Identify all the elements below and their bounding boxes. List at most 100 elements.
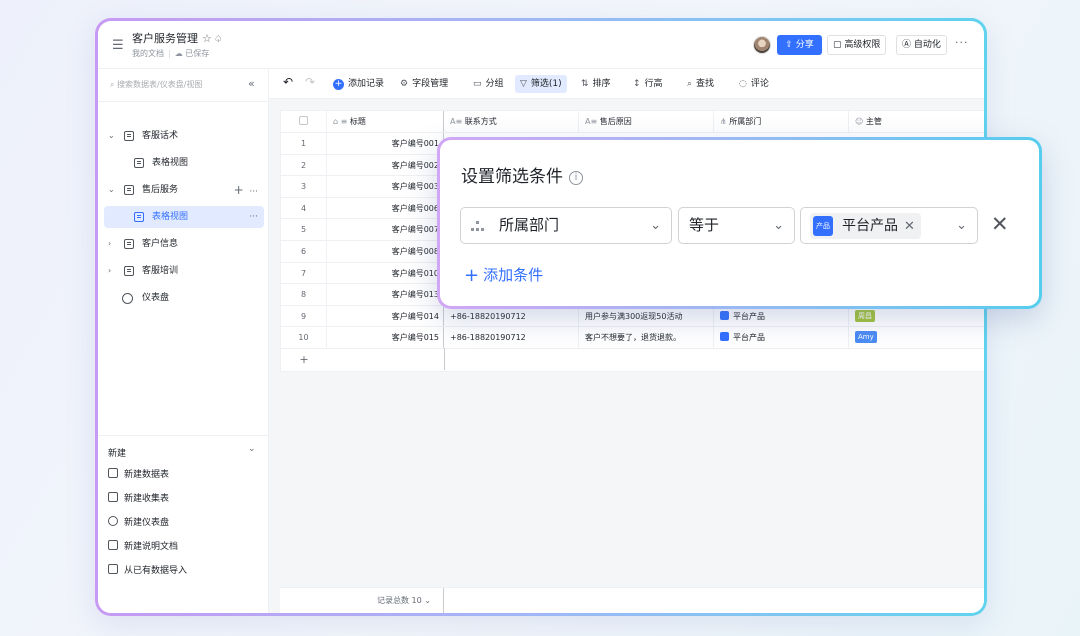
remove-condition-icon[interactable]: ✕ [991, 213, 1009, 235]
sort-icon: ⇅ [581, 79, 589, 89]
new-item-label: 从已有数据导入 [124, 566, 188, 576]
star-icon[interactable]: ☆ [202, 32, 212, 45]
sidebar-item-kefu-huashu[interactable]: ⌄ 客服话术 [104, 125, 264, 147]
cell-dept[interactable]: 平台产品 [714, 327, 849, 348]
cell-contact[interactable]: +86-18820190712 [444, 327, 579, 348]
comment-button[interactable]: ◌ 评论 [739, 75, 769, 93]
breadcrumb[interactable]: 我的文档 [132, 49, 164, 58]
chevron-right-icon[interactable]: › [108, 233, 111, 255]
cell-title[interactable]: 客户编号008 [327, 240, 444, 262]
chevron-down-icon[interactable]: ⌄ [248, 444, 256, 454]
menu-icon[interactable]: ☰ [112, 38, 124, 53]
new-dashboard-item[interactable]: 新建仪表盘 [108, 516, 169, 530]
row-number: 3 [281, 176, 327, 197]
new-section: 新建 ⌄ 新建数据表 新建收集表 新建仪表盘 新建说明文档 从已有数据导入 [98, 435, 268, 576]
find-label: 查找 [696, 79, 715, 89]
row-number: 10 [281, 327, 327, 348]
find-button[interactable]: ⌕ 查找 [687, 75, 714, 93]
more-icon[interactable]: ··· [249, 187, 258, 197]
row-number: 4 [281, 197, 327, 219]
column-header-owner[interactable]: ☺ 主管 [849, 111, 984, 132]
dept-label: 平台产品 [733, 333, 765, 343]
filter-value-select[interactable]: 产品 平台产品 ✕ ⌄ [800, 207, 978, 244]
new-item-label: 新建说明文档 [124, 542, 179, 552]
more-icon[interactable]: ··· [955, 36, 969, 49]
new-doc-item[interactable]: 新建说明文档 [108, 540, 178, 554]
avatar[interactable] [753, 36, 771, 54]
table-row[interactable]: 10 客户编号015 +86-18820190712 客户不想要了，退货退款。 … [281, 327, 984, 349]
undo-icon[interactable]: ↶ [283, 73, 293, 91]
add-record-button[interactable]: + 添加记录 [333, 75, 384, 93]
column-divider [444, 347, 445, 370]
chevron-down-icon: ⌄ [424, 596, 431, 605]
field-manage-button[interactable]: ⚙ 字段管理 [400, 75, 448, 93]
document-icon [108, 540, 118, 550]
add-row-button[interactable]: + [281, 347, 984, 371]
add-row-label: + [299, 352, 309, 366]
cell-owner[interactable]: Amy [849, 327, 984, 348]
sidebar-item-training[interactable]: › 客服培训 [104, 260, 264, 282]
group-button[interactable]: ▭ 分组 [473, 75, 504, 93]
filter-button[interactable]: ▽ 筛选(1) [515, 75, 567, 93]
record-total[interactable]: 记录总数 10 ⌄ [377, 595, 431, 606]
automation-icon: Ⓐ [902, 40, 912, 50]
new-form-item[interactable]: 新建收集表 [108, 492, 169, 506]
sidebar-item-label: 售后服务 [142, 185, 179, 195]
import-item[interactable]: 从已有数据导入 [108, 564, 187, 578]
sidebar-item-customer-info[interactable]: › 客户信息 [104, 233, 264, 255]
column-header-dept[interactable]: ⋔ 所属部门 [714, 111, 849, 132]
column-header-contact[interactable]: A≡ 联系方式 [444, 111, 579, 132]
cell-title[interactable]: 客户编号003 [327, 176, 444, 197]
plus-icon[interactable]: + [234, 183, 244, 197]
add-condition-button[interactable]: + 添加条件 [464, 264, 543, 286]
filter-popup-title: 设置筛选条件 i [461, 162, 583, 187]
cell-title[interactable]: 客户编号006 [327, 197, 444, 219]
filter-field-select[interactable]: 所属部门 ⌄ [460, 207, 672, 244]
new-table-item[interactable]: 新建数据表 [108, 468, 169, 482]
chevron-down-icon[interactable]: ⌄ [108, 125, 115, 147]
sort-button[interactable]: ⇅ 排序 [581, 75, 611, 93]
cell-title[interactable]: 客户编号007 [327, 219, 444, 240]
redo-icon[interactable]: ↷ [305, 73, 315, 91]
org-icon: ⋔ [720, 117, 727, 126]
advanced-permission-button[interactable]: ▢ 高级权限 [827, 35, 887, 55]
doc-title[interactable]: 客户服务管理 [132, 32, 198, 45]
select-all-checkbox[interactable] [281, 111, 327, 132]
cell-title[interactable]: 客户编号015 [327, 327, 444, 348]
add-condition-label: 添加条件 [483, 266, 544, 284]
filter-title-text: 设置筛选条件 [461, 167, 563, 187]
doc-title-row: 客户服务管理 ☆ ♤ [132, 30, 223, 46]
sidebar-item-dashboard[interactable]: 仪表盘 [104, 287, 264, 309]
text-field-icon: A≡ [450, 117, 463, 126]
share-button[interactable]: ⇪ 分享 [777, 35, 822, 55]
column-label: 售后原因 [599, 117, 632, 126]
cell-title[interactable]: 客户编号010 [327, 262, 444, 284]
pin-icon[interactable]: ♤ [214, 34, 223, 45]
sidebar-item-grid-view-active[interactable]: 表格视图 ··· [104, 206, 264, 228]
dashboard-icon [122, 293, 133, 304]
remove-chip-icon[interactable]: ✕ [904, 219, 915, 234]
grid-footer: 记录总数 10 ⌄ [280, 587, 984, 613]
chevron-down-icon[interactable]: ⌄ [108, 179, 115, 201]
sidebar-item-after-sales[interactable]: ⌄ 售后服务 + ··· [104, 179, 264, 201]
cell-title[interactable]: 客户编号014 [327, 305, 444, 327]
form-icon [108, 492, 118, 502]
collapse-sidebar-icon[interactable]: « [248, 77, 255, 90]
column-header-reason[interactable]: A≡ 售后原因 [579, 111, 714, 132]
sidebar-search[interactable]: ⌕ 搜索数据表/仪表盘/视图 [110, 79, 202, 90]
info-icon[interactable]: i [569, 171, 583, 185]
chevron-right-icon[interactable]: › [108, 260, 111, 282]
chevron-down-icon: ⌄ [773, 218, 784, 233]
cell-title[interactable]: 客户编号002 [327, 154, 444, 176]
cell-title[interactable]: 客户编号001 [327, 133, 444, 154]
more-icon[interactable]: ··· [249, 206, 258, 228]
cell-reason[interactable]: 客户不想要了，退货退款。 [579, 327, 714, 348]
cell-title[interactable]: 客户编号013 [327, 284, 444, 305]
sidebar-item-grid-view[interactable]: 表格视图 [104, 152, 264, 174]
filter-operator-select[interactable]: 等于 ⌄ [678, 207, 795, 244]
automation-button[interactable]: Ⓐ 自动化 [896, 35, 947, 55]
filter-popup: 设置筛选条件 i 所属部门 ⌄ 等于 ⌄ 产品 平台产品 ✕ ⌄ ✕ + 添加条件 [437, 137, 1042, 309]
row-height-button[interactable]: ↕ 行高 [633, 75, 663, 93]
column-header-title[interactable]: ⌂ ≡ 标题 [327, 111, 444, 132]
person-icon: ☺ [855, 117, 864, 126]
